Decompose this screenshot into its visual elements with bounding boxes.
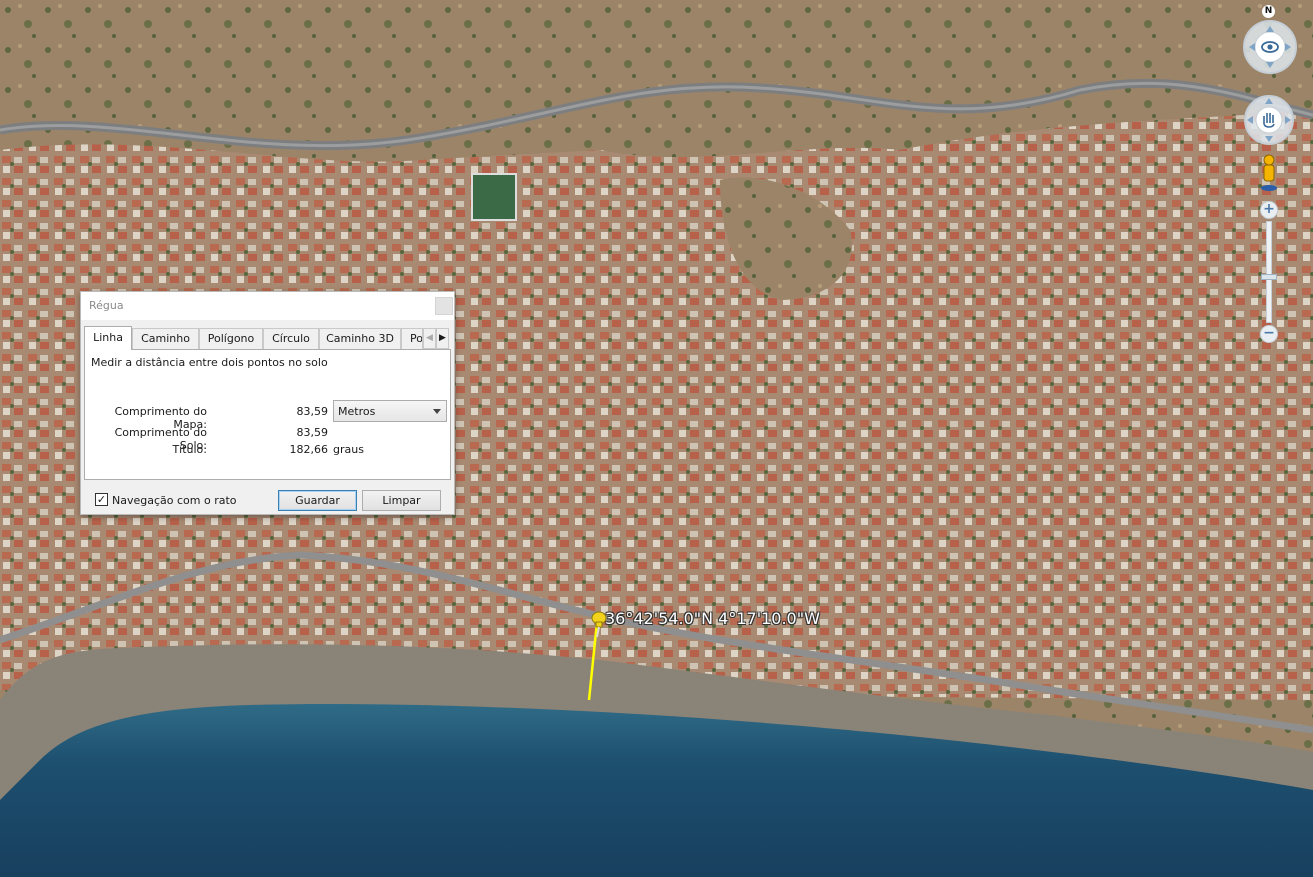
ruler-dialog: Régua Linha Caminho Polígono Círculo Cam… <box>80 291 455 515</box>
close-button[interactable] <box>435 297 453 315</box>
unit-dropdown[interactable]: Metros <box>333 400 447 422</box>
mouse-navigation-checkbox[interactable]: ✓ <box>95 493 108 506</box>
chevron-down-icon <box>433 409 441 414</box>
tab-partial[interactable]: Po <box>401 328 423 349</box>
tab-panel: Medir a distância entre dois pontos no s… <box>84 349 451 480</box>
save-button[interactable]: Guardar <box>278 490 357 511</box>
heading-unit: graus <box>333 443 364 456</box>
unit-dropdown-value: Metros <box>338 405 376 418</box>
tab-linha[interactable]: Linha <box>84 326 132 350</box>
placemark-coordinates[interactable]: 36°42'54.0"N 4°17'10.0"W <box>605 609 820 628</box>
tab-caminho[interactable]: Caminho <box>132 328 199 349</box>
heading-label: Título: <box>172 443 207 456</box>
heading-value: 182,66 <box>289 443 329 456</box>
tool-description: Medir a distância entre dois pontos no s… <box>91 356 328 369</box>
zoom-in-button[interactable]: + <box>1260 201 1278 219</box>
tab-circulo[interactable]: Círculo <box>263 328 319 349</box>
dialog-titlebar[interactable]: Régua <box>81 292 454 320</box>
clear-button[interactable]: Limpar <box>362 490 441 511</box>
tab-poligono[interactable]: Polígono <box>199 328 263 349</box>
zoom-thumb[interactable] <box>1261 273 1277 280</box>
zoom-track[interactable] <box>1266 221 1272 323</box>
mouse-navigation-label[interactable]: Navegação com o rato <box>112 494 237 507</box>
move-control[interactable] <box>1243 94 1295 146</box>
tab-strip: Linha Caminho Polígono Círculo Caminho 3… <box>84 326 452 350</box>
map-length-value: 83,59 <box>296 405 329 418</box>
tab-scroll-right-icon[interactable]: ▶ <box>436 328 449 349</box>
tab-caminho-3d[interactable]: Caminho 3D <box>319 328 401 349</box>
zoom-out-button[interactable]: − <box>1260 325 1278 343</box>
zoom-slider[interactable]: + − <box>1258 201 1280 345</box>
dialog-title: Régua <box>89 299 124 312</box>
ground-length-value: 83,59 <box>296 426 329 439</box>
look-control[interactable] <box>1242 14 1298 80</box>
tab-scroll-left-icon[interactable]: ◀ <box>423 328 436 349</box>
pegman-icon[interactable] <box>1258 154 1280 192</box>
